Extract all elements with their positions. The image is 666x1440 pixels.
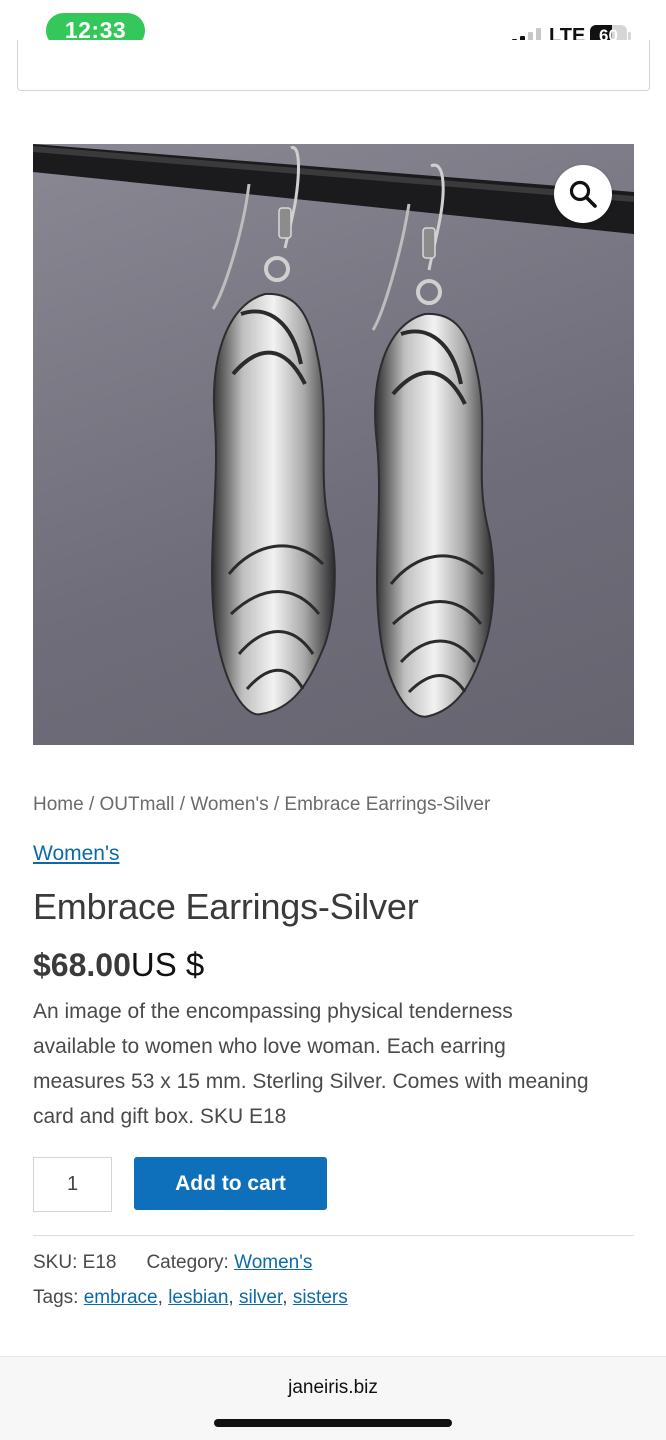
- add-to-cart-button[interactable]: Add to cart: [134, 1157, 327, 1210]
- price-currency: US $: [130, 946, 205, 983]
- search-input[interactable]: [17, 40, 650, 91]
- tag-link[interactable]: embrace: [84, 1287, 158, 1308]
- url-label[interactable]: janeiris.biz: [0, 1377, 666, 1399]
- tags-label: Tags:: [33, 1287, 79, 1308]
- breadcrumb-womens[interactable]: Women's: [190, 794, 268, 815]
- earrings-illustration: [33, 144, 634, 718]
- product-tags: Tags: embrace, lesbian, silver, sisters: [33, 1287, 348, 1308]
- breadcrumb-separator: /: [268, 794, 285, 815]
- home-indicator[interactable]: [214, 1419, 452, 1427]
- tag-link[interactable]: lesbian: [168, 1287, 228, 1308]
- category-link[interactable]: Women's: [33, 842, 119, 866]
- sku-value: E18: [82, 1252, 117, 1273]
- breadcrumb-current: Embrace Earrings-Silver: [284, 794, 491, 815]
- tag-link[interactable]: sisters: [293, 1287, 348, 1308]
- search-icon: [569, 180, 597, 208]
- breadcrumb-separator: /: [83, 794, 100, 815]
- product-description: An image of the encompassing physical te…: [33, 1000, 589, 1128]
- zoom-button[interactable]: [554, 165, 612, 223]
- breadcrumb-outmall[interactable]: OUTmall: [100, 794, 175, 815]
- product-meta: SKU: E18 Category: Women's: [33, 1252, 312, 1274]
- breadcrumb: Home / OUTmall / Women's / Embrace Earri…: [33, 794, 490, 816]
- right-earring: [371, 163, 495, 718]
- meta-category-link[interactable]: Women's: [234, 1252, 312, 1273]
- price-amount: $68.00: [33, 947, 131, 983]
- quantity-input[interactable]: [33, 1157, 112, 1212]
- battery-tip: [628, 32, 631, 40]
- tag-link[interactable]: silver: [239, 1287, 282, 1308]
- sku-label: SKU:: [33, 1252, 78, 1273]
- product-price: $68.00 US $: [33, 946, 204, 984]
- breadcrumb-separator: /: [174, 794, 191, 815]
- product-title: Embrace Earrings-Silver: [33, 886, 419, 927]
- breadcrumb-home[interactable]: Home: [33, 794, 84, 815]
- left-earring: [211, 146, 336, 716]
- browser-address-bar: janeiris.biz: [0, 1356, 666, 1440]
- product-image[interactable]: [33, 144, 634, 745]
- divider: [33, 1235, 634, 1236]
- category-label: Category:: [146, 1252, 229, 1273]
